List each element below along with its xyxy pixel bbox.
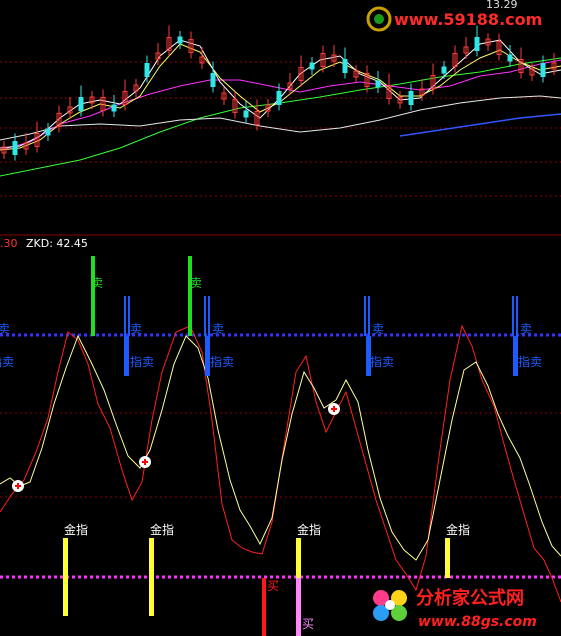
sell-signal-bar-green [188,256,192,336]
candle-body [474,37,480,51]
cross-marker [139,456,151,468]
buy-signal-bar-red [262,578,266,636]
logo-url: www.88gs.com [418,614,537,630]
sell-label: 卖 [91,276,103,290]
indicator-value-partial: .30 [0,237,18,250]
candle-body [12,141,18,155]
golden-index-bar [445,538,450,578]
sell-label: 卖 [0,322,10,336]
index-sell-label: 指卖 [370,354,394,369]
buy-label: 买 [302,617,314,631]
buy-signal-bar [296,578,301,636]
index-sell-label: 指卖 [210,354,234,369]
watermark-text: www.59188.com [394,10,542,29]
candle-body [408,91,414,105]
sell-label: 卖 [520,322,532,336]
indicator-grid [0,412,561,498]
candle-body [441,66,447,74]
index-sell-bar [124,336,129,376]
swirl-icon-core [374,14,384,24]
sell-label: 卖 [372,322,384,336]
sell-signal-bar-blue [512,296,514,336]
cross-marker [12,480,24,492]
ma-blue [399,113,561,137]
index-sell-label: 指卖 [0,354,14,369]
golden-index-label: 金指 [297,522,321,537]
petal-center [385,600,395,610]
sell-signal-bar-blue [124,296,126,336]
index-sell-label: 指卖 [130,354,154,369]
golden-index-label: 金指 [446,522,470,537]
candle-body [45,128,51,136]
golden-index-bar [149,538,154,616]
candle-body [309,62,315,70]
sell-label: 卖 [190,276,202,290]
candle-body [78,97,84,111]
cross-marker [328,403,340,415]
candle-body [276,91,282,105]
sell-signal-bar-blue [516,296,518,336]
candle-body [243,110,249,118]
candle-body [507,54,513,62]
sell-signal-bar-blue [208,296,210,336]
candle-body [144,63,150,77]
price-panel: 13.29 www.59188.com [0,0,561,197]
ma-green [0,57,561,177]
sell-label: 卖 [130,322,142,336]
golden-index-label: 金指 [150,522,174,537]
candle-body [375,80,381,88]
index-sell-label: 指卖 [518,354,542,369]
candle-body [342,59,348,73]
watermark-logo: www.59188.com [366,6,542,32]
candles [1,25,557,161]
indicator-panel: .30 ZKD: 42.45 卖 卖 卖 卖 卖 指卖 卖 指卖 卖 指卖 卖 … [0,237,561,636]
site-logo: 分析家公式网 www.88gs.com [373,587,537,630]
candle-body [210,73,216,87]
sell-signal-bar-blue [204,296,206,336]
flower-logo-icon [373,590,407,621]
indicator-zkd-label: ZKD: 42.45 [26,237,88,250]
sell-signal-bar-blue [368,296,370,336]
golden-index-label: 金指 [64,522,88,537]
sell-label: 卖 [212,322,224,336]
sell-signal-bar-blue [364,296,366,336]
buy-label: 买 [267,579,279,593]
candle-body [111,104,117,112]
candle-body [177,36,183,44]
logo-title: 分析家公式网 [416,587,524,609]
stock-chart-window: 13.29 www.59188.com .30 ZKD: 42.45 卖 卖 卖… [0,0,561,636]
sell-signal-bar-green [91,256,95,336]
golden-index-bar [296,538,301,578]
indicator-red-line [0,324,561,603]
golden-index-bar [63,538,68,616]
candle-body [540,63,546,77]
